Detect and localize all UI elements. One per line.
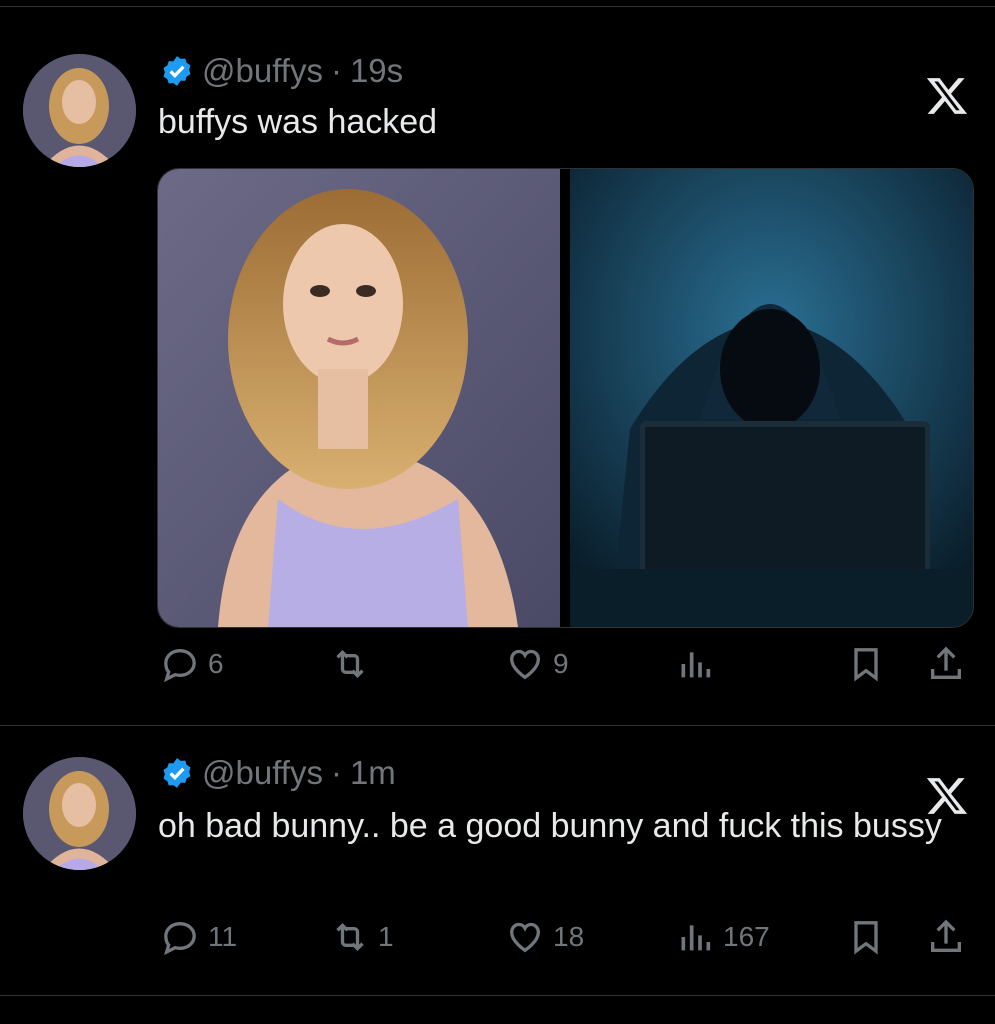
tweet-media[interactable]: [157, 168, 974, 628]
reply-count: 11: [208, 921, 238, 952]
avatar[interactable]: [23, 757, 136, 870]
views-icon: [681, 925, 711, 951]
handle[interactable]: @buffys: [202, 754, 323, 792]
reply-button[interactable]: 11: [160, 917, 237, 957]
views-button[interactable]: 167: [675, 917, 770, 957]
like-count: 9: [553, 648, 569, 679]
timestamp[interactable]: 19s: [350, 52, 403, 90]
views-button[interactable]: [675, 644, 723, 684]
media-photo-left[interactable]: [158, 169, 560, 627]
avatar[interactable]: [23, 54, 136, 167]
share-button[interactable]: [926, 644, 966, 684]
views-count: 167: [723, 921, 770, 952]
verified-badge-icon: [163, 56, 191, 86]
reply-button[interactable]: 6: [160, 644, 224, 684]
separator: ·: [330, 754, 342, 791]
reply-icon: [164, 648, 196, 683]
bookmark-icon: [854, 648, 878, 682]
repost-button[interactable]: 1: [330, 917, 394, 957]
like-button[interactable]: 9: [505, 644, 569, 684]
tweet[interactable]: @buffys · 1m oh bad bunny.. be a good bu…: [0, 726, 995, 996]
reply-count: 6: [208, 648, 224, 679]
separator: ·: [330, 52, 342, 89]
share-icon: [931, 919, 961, 952]
bottom-divider: [0, 995, 995, 996]
tweet-text: oh bad bunny.. be a good bunny and fuck …: [158, 807, 942, 845]
share-button[interactable]: [926, 917, 966, 957]
tweet-header: @buffys · 19s: [160, 52, 403, 90]
like-count: 18: [553, 921, 585, 952]
like-icon: [509, 922, 541, 953]
tweet[interactable]: @buffys · 19s buffys was hacked 6 9: [0, 0, 995, 725]
repost-icon: [336, 649, 364, 679]
reply-icon: [164, 921, 196, 956]
handle[interactable]: @buffys: [202, 52, 323, 90]
media-photo-right[interactable]: [570, 169, 973, 627]
timestamp[interactable]: 1m: [350, 754, 396, 792]
repost-icon: [336, 922, 364, 952]
repost-count: 1: [378, 921, 394, 952]
bookmark-button[interactable]: [846, 917, 886, 957]
share-icon: [931, 646, 961, 679]
bookmark-button[interactable]: [846, 644, 886, 684]
verified-badge-icon: [163, 758, 191, 788]
tweet-header: @buffys · 1m: [160, 754, 396, 792]
tweet-text: buffys was hacked: [158, 103, 438, 141]
tweet-actions: 11 1 18 167: [0, 917, 995, 967]
bookmark-icon: [854, 921, 878, 955]
repost-button[interactable]: [330, 644, 378, 684]
like-button[interactable]: 18: [505, 917, 584, 957]
tweet-actions: 6 9: [0, 644, 995, 694]
like-icon: [509, 649, 541, 680]
views-icon: [681, 652, 711, 678]
